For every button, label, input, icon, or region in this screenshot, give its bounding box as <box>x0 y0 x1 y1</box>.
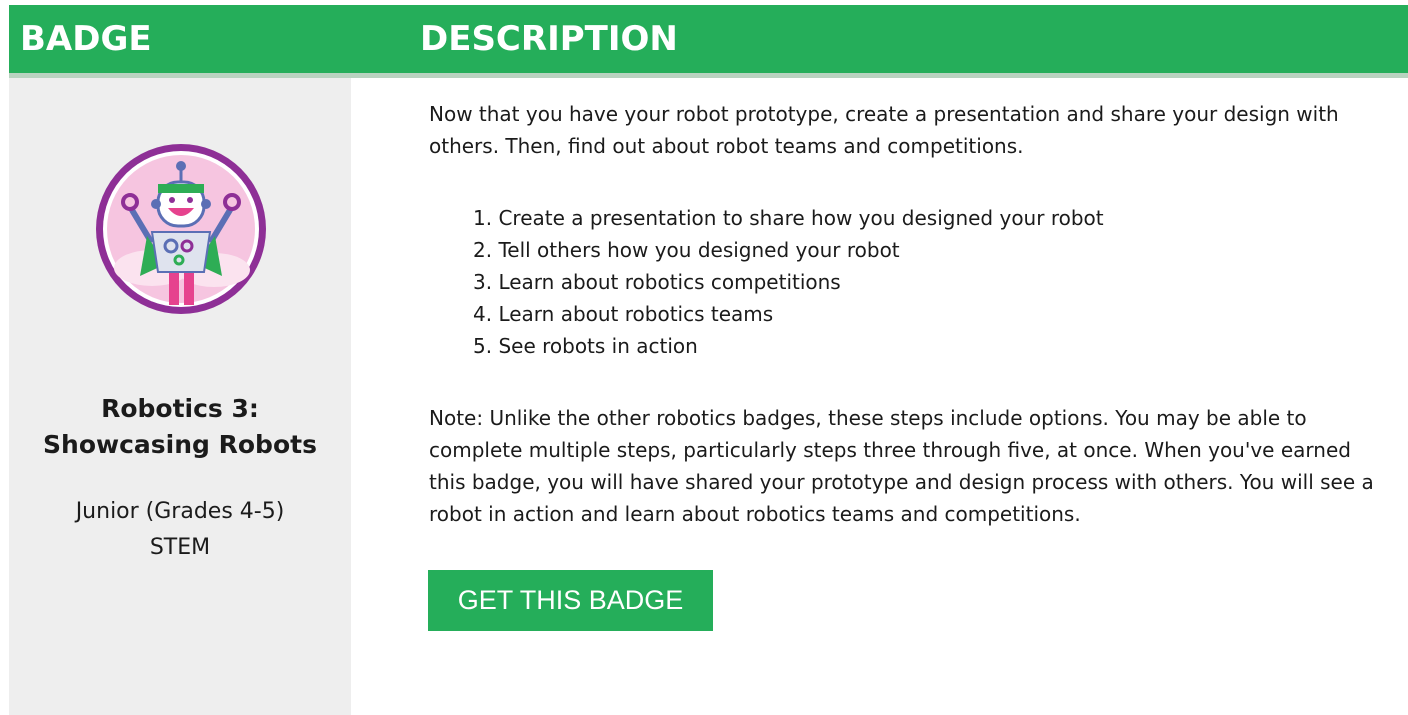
badge-title-line1: Robotics 3: <box>101 394 259 423</box>
steps-list: 1. Create a presentation to share how yo… <box>429 202 1389 362</box>
badge-category: STEM <box>149 535 211 560</box>
table-header: BADGE DESCRIPTION <box>9 5 1408 78</box>
badge-level: Junior (Grades 4-5) <box>75 499 285 524</box>
header-badge-label: BADGE <box>20 19 152 59</box>
robot-badge-icon <box>96 144 266 314</box>
step-item: 2. Tell others how you designed your rob… <box>473 238 900 262</box>
badge-title: Robotics 3: Showcasing Robots <box>9 391 351 463</box>
get-this-badge-button[interactable]: GET THIS BADGE <box>428 570 713 631</box>
badge-description: Now that you have your robot prototype, … <box>429 98 1389 530</box>
description-note: Note: Unlike the other robotics badges, … <box>429 406 1374 526</box>
badge-sidebar: Robotics 3: Showcasing Robots Junior (Gr… <box>9 78 351 715</box>
header-description-label: DESCRIPTION <box>420 19 678 59</box>
badge-page: BADGE DESCRIPTION Robotics 3: Showcasing… <box>0 0 1408 715</box>
step-item: 4. Learn about robotics teams <box>473 302 774 326</box>
step-item: 1. Create a presentation to share how yo… <box>473 206 1104 230</box>
description-intro: Now that you have your robot prototype, … <box>429 102 1339 158</box>
step-item: 5. See robots in action <box>473 334 698 358</box>
step-item: 3. Learn about robotics competitions <box>473 270 841 294</box>
badge-title-line2: Showcasing Robots <box>43 430 317 459</box>
